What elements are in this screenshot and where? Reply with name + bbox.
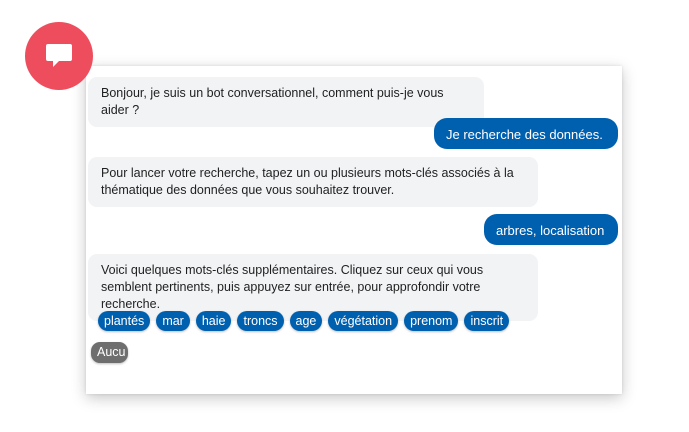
keyword-chip[interactable]: végétation (328, 311, 399, 331)
user-message: arbres, localisation (484, 214, 618, 245)
keyword-chip[interactable]: mar (156, 311, 190, 331)
bot-message: Pour lancer votre recherche, tapez un ou… (88, 157, 538, 207)
chat-bubble-icon (46, 44, 72, 67)
user-message: Je recherche des données. (434, 118, 618, 149)
keyword-chip[interactable]: inscrit (464, 311, 510, 331)
keyword-chip[interactable]: troncs (237, 311, 284, 331)
keyword-chip[interactable]: age (289, 311, 323, 331)
keyword-chip[interactable]: prenom (404, 311, 459, 331)
none-option-chip[interactable]: Aucu (91, 342, 128, 363)
keyword-suggestions: plantés mar haie troncs age végétation p… (98, 311, 510, 331)
chat-launcher-button[interactable] (25, 22, 93, 90)
bot-message: Bonjour, je suis un bot conversationnel,… (88, 77, 484, 127)
keyword-chip[interactable]: plantés (98, 311, 151, 331)
keyword-chip[interactable]: haie (195, 311, 232, 331)
chat-window: Bonjour, je suis un bot conversationnel,… (86, 66, 622, 394)
